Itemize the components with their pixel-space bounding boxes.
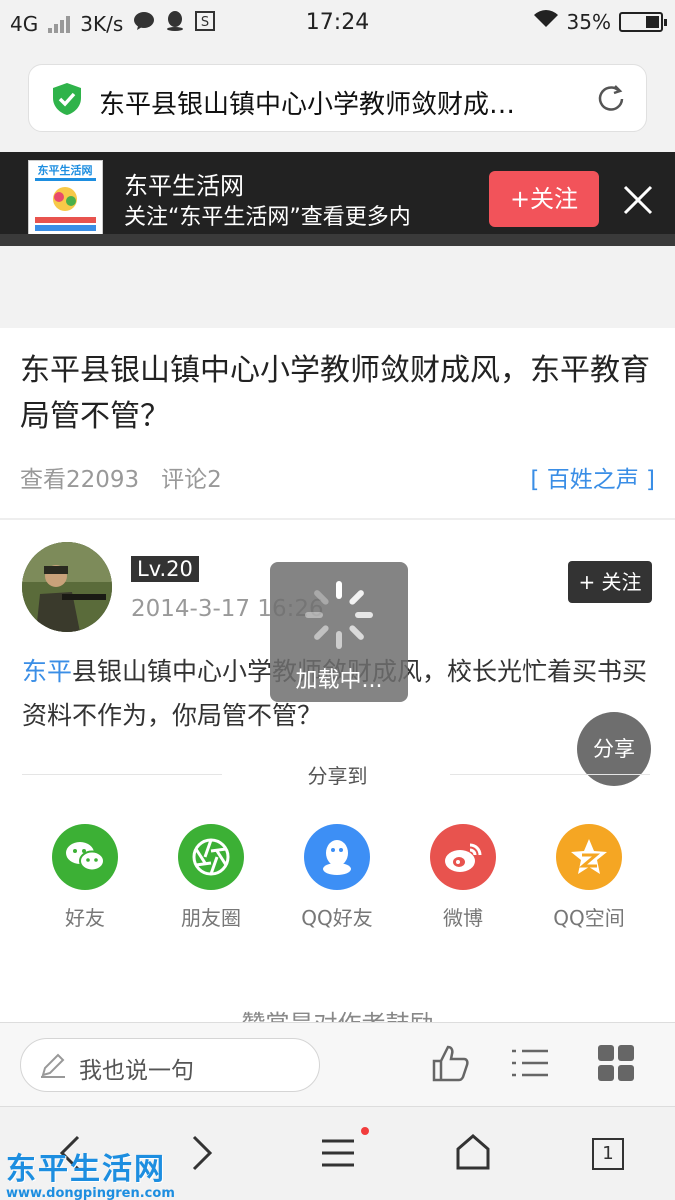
wechat-icon xyxy=(52,824,118,890)
home-icon[interactable] xyxy=(455,1133,491,1175)
list-icon[interactable] xyxy=(510,1043,550,1087)
banner-shadow xyxy=(0,234,675,246)
share-label: 好友 xyxy=(65,906,105,930)
banner-site-name: 东平生活网 xyxy=(124,172,244,200)
forward-icon[interactable] xyxy=(190,1133,214,1177)
page-url-title[interactable]: 东平县银山镇中心小学教师敛财成… xyxy=(99,84,515,121)
loading-label: 加载中... xyxy=(295,668,383,693)
article-title: 东平县银山镇中心小学教师敛财成风，东平教育局管不管？ xyxy=(20,353,650,434)
grid-icon[interactable] xyxy=(596,1043,636,1087)
wifi-icon xyxy=(533,9,559,34)
banner-subtitle: 关注“东平生活网”查看更多内 xyxy=(124,205,411,230)
avatar[interactable] xyxy=(22,542,112,632)
qzone-icon xyxy=(556,824,622,890)
share-label: QQ空间 xyxy=(553,906,625,930)
moments-icon xyxy=(178,824,244,890)
like-icon[interactable] xyxy=(430,1043,470,1087)
share-moments[interactable]: 朋友圈 xyxy=(161,824,261,931)
close-icon[interactable] xyxy=(622,184,654,220)
reload-icon[interactable] xyxy=(594,82,628,120)
qq-icon xyxy=(304,824,370,890)
divider xyxy=(450,774,650,775)
share-qq-friend[interactable]: QQ好友 xyxy=(287,824,387,931)
logo-text: 东平生活网 xyxy=(38,163,93,177)
comment-input[interactable]: 我也说一句 xyxy=(20,1038,320,1092)
notification-dot xyxy=(361,1127,369,1135)
battery-percent: 35% xyxy=(566,9,611,34)
share-qzone[interactable]: QQ空间 xyxy=(539,824,639,931)
url-bar[interactable]: 东平县银山镇中心小学教师敛财成… xyxy=(28,64,647,132)
share-label: 微博 xyxy=(443,906,483,930)
watermark-url: www.dongpingren.com xyxy=(6,1186,175,1200)
reward-text: 赞赏是对作者鼓励 xyxy=(0,1004,675,1022)
battery-icon xyxy=(619,11,667,32)
banner-follow-button[interactable]: +关注 xyxy=(489,171,599,227)
watermark: 东平生活网 www.dongpingren.com xyxy=(6,1144,175,1200)
comment-bar: 我也说一句 xyxy=(0,1022,675,1106)
article-stats: 查看22093 评论2 xyxy=(20,460,222,494)
article-card: 东平县银山镇中心小学教师敛财成风，东平教育局管不管？ 查看22093 评论2 [… xyxy=(0,328,675,1022)
watermark-title: 东平生活网 xyxy=(6,1152,166,1187)
category-link[interactable]: [ 百姓之声 ] xyxy=(530,460,655,494)
pencil-icon xyxy=(39,1051,67,1083)
author-follow-button[interactable]: + 关注 xyxy=(568,561,652,603)
comment-count[interactable]: 评论2 xyxy=(161,467,222,493)
status-bar: 4G 3K/s S 17:24 35% xyxy=(0,0,675,46)
menu-icon[interactable] xyxy=(320,1137,356,1173)
share-label: QQ好友 xyxy=(301,906,373,930)
loading-toast: 加载中... xyxy=(270,562,408,702)
share-label: 朋友圈 xyxy=(181,906,241,930)
site-logo: 东平生活网 xyxy=(28,160,103,235)
loading-spinner-icon xyxy=(296,572,382,662)
divider xyxy=(0,518,675,520)
secure-shield-icon xyxy=(51,82,83,120)
follow-banner: 东平生活网 东平生活网 关注“东平生活网”查看更多内 +关注 xyxy=(0,152,675,235)
user-level-badge: Lv.20 xyxy=(131,556,199,582)
weibo-icon xyxy=(430,824,496,890)
comment-placeholder: 我也说一句 xyxy=(79,1058,194,1084)
status-right: 35% xyxy=(533,9,667,34)
view-count: 查看22093 xyxy=(20,467,140,493)
location-link[interactable]: 东平 xyxy=(22,657,72,686)
share-weibo[interactable]: 微博 xyxy=(413,824,513,931)
share-wechat-friend[interactable]: 好友 xyxy=(35,824,135,931)
ad-placeholder xyxy=(0,246,675,328)
tabs-button[interactable]: 1 xyxy=(592,1138,624,1170)
